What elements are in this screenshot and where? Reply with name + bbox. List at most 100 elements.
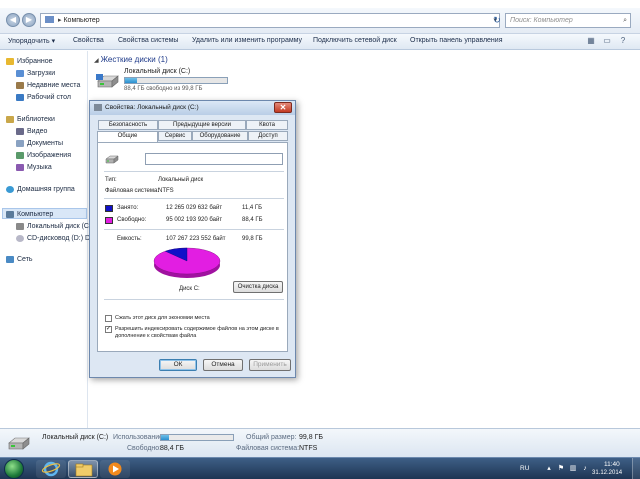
taskbar-explorer[interactable] bbox=[68, 460, 98, 478]
video-icon bbox=[16, 127, 24, 135]
start-button[interactable] bbox=[4, 459, 24, 479]
tab-previous-versions[interactable]: Предыдущие версии bbox=[158, 120, 246, 130]
disk-cleanup-button[interactable]: Очистка диска bbox=[233, 281, 283, 293]
hard-drive-icon bbox=[16, 222, 24, 230]
details-total-label: Общий размер: bbox=[246, 434, 297, 441]
tab-quota[interactable]: Квота bbox=[246, 120, 288, 130]
preview-pane-icon[interactable]: ▭ bbox=[602, 36, 612, 46]
map-network-drive-button[interactable]: Подключить сетевой диск bbox=[313, 37, 397, 44]
recent-places-icon bbox=[16, 81, 24, 89]
documents-icon bbox=[16, 139, 24, 147]
nav-computer[interactable]: Компьютер bbox=[6, 209, 53, 219]
dialog-title-bar[interactable]: Свойства: Локальный диск (C:) ✕ bbox=[90, 101, 295, 115]
divider bbox=[104, 198, 284, 199]
drive-usage-bar bbox=[124, 77, 228, 84]
breadcrumb-computer[interactable]: Компьютер bbox=[63, 17, 99, 24]
divider bbox=[104, 299, 284, 300]
tab-tools[interactable]: Сервис bbox=[158, 131, 192, 141]
show-desktop-button[interactable] bbox=[632, 458, 640, 479]
nav-desktop[interactable]: Рабочий стол bbox=[16, 92, 71, 102]
nav-libraries[interactable]: Библиотеки bbox=[6, 114, 55, 124]
used-gb: 11,4 ГБ bbox=[242, 205, 263, 211]
apply-button[interactable]: Применить bbox=[249, 359, 291, 371]
nav-network[interactable]: Сеть bbox=[6, 254, 33, 264]
tab-general[interactable]: Общие bbox=[97, 131, 158, 142]
tab-sharing[interactable]: Доступ bbox=[248, 131, 288, 141]
free-space-swatch bbox=[105, 217, 113, 224]
nav-video[interactable]: Видео bbox=[16, 126, 47, 136]
view-options-icon[interactable]: ▦ bbox=[586, 36, 596, 46]
clock-date[interactable]: 31.12.2014 bbox=[592, 470, 622, 476]
system-properties-button[interactable]: Свойства системы bbox=[118, 37, 178, 44]
drive-tile-c[interactable]: Локальный диск (C:) 88,4 ГБ свободно из … bbox=[96, 68, 238, 96]
address-field[interactable]: ▸ Компьютер ▾ bbox=[40, 13, 500, 28]
filesystem-value: NTFS bbox=[158, 188, 174, 194]
close-button[interactable]: ✕ bbox=[274, 102, 292, 113]
command-bar: Упорядочить ▾ Свойства Свойства системы … bbox=[0, 34, 640, 50]
nav-music[interactable]: Музыка bbox=[16, 162, 52, 172]
hard-drive-icon bbox=[96, 74, 119, 88]
taskbar: RU ▴ ⚑ ▥ ♪ 11:40 31.12.2014 bbox=[0, 457, 640, 479]
help-icon[interactable]: ? bbox=[618, 36, 628, 46]
taskbar-ie[interactable] bbox=[36, 460, 66, 478]
open-control-panel-button[interactable]: Открыть панель управления bbox=[410, 37, 503, 44]
used-bytes: 12 265 029 632 байт bbox=[166, 205, 223, 211]
nav-cd-drive[interactable]: CD-дисковод (D:) D bbox=[16, 233, 90, 243]
disk-properties-dialog: Свойства: Локальный диск (C:) ✕ Безопасн… bbox=[89, 100, 296, 378]
nav-favorites[interactable]: Избранное bbox=[6, 56, 52, 66]
details-drive-name: Локальный диск (C:) bbox=[42, 434, 109, 441]
navigation-pane: Избранное Загрузки Недавние места Рабочи… bbox=[0, 51, 93, 428]
forward-button[interactable]: ▶ bbox=[22, 13, 36, 27]
properties-button[interactable]: Свойства bbox=[73, 37, 104, 44]
search-icon: ⌕ bbox=[623, 17, 627, 24]
libraries-icon bbox=[6, 115, 14, 123]
desktop-icon bbox=[16, 93, 24, 101]
compress-checkbox[interactable] bbox=[105, 315, 112, 322]
nav-images[interactable]: Изображения bbox=[16, 150, 71, 160]
refresh-icon[interactable]: ↻ bbox=[490, 13, 504, 28]
tab-hardware[interactable]: Оборудование bbox=[192, 131, 248, 141]
cancel-button[interactable]: Отмена bbox=[203, 359, 243, 371]
folder-icon bbox=[75, 463, 93, 477]
volume-label-input[interactable] bbox=[145, 153, 283, 165]
nav-downloads[interactable]: Загрузки bbox=[16, 68, 55, 78]
hard-drives-group-header[interactable]: ◢ Жесткие диски (1) bbox=[94, 55, 168, 64]
language-indicator[interactable]: RU bbox=[520, 465, 529, 472]
uninstall-program-button[interactable]: Удалить или изменить программу bbox=[192, 37, 302, 44]
clock-time[interactable]: 11:40 bbox=[604, 461, 620, 468]
network-status-icon[interactable]: ▥ bbox=[569, 465, 577, 473]
drive-name: Локальный диск (C:) bbox=[124, 68, 191, 75]
divider bbox=[104, 229, 284, 230]
star-icon bbox=[6, 57, 14, 65]
details-pane: Локальный диск (C:) Использование: Свобо… bbox=[0, 428, 640, 457]
tab-security[interactable]: Безопасность bbox=[98, 120, 158, 130]
back-button[interactable]: ◀ bbox=[6, 13, 20, 27]
disk-usage-pie bbox=[153, 247, 221, 278]
drive-icon bbox=[94, 104, 102, 111]
capacity-gb: 99,8 ГБ bbox=[242, 236, 263, 242]
index-checkbox[interactable]: ✓ bbox=[105, 326, 112, 333]
address-bar: ◀ ▶ ▸ Компьютер ▾ ↻ Поиск: Компьютер ⌕ bbox=[0, 8, 640, 34]
volume-icon[interactable]: ♪ bbox=[581, 465, 589, 473]
ok-button[interactable]: ОК bbox=[159, 359, 197, 371]
free-gb: 88,4 ГБ bbox=[242, 217, 263, 223]
internet-explorer-icon bbox=[41, 461, 61, 477]
capacity-label: Емкость: bbox=[117, 236, 142, 242]
computer-icon bbox=[6, 210, 14, 218]
details-usage-label: Использование: bbox=[113, 434, 165, 441]
type-label: Тип: bbox=[105, 177, 117, 183]
nav-recent-places[interactable]: Недавние места bbox=[16, 80, 80, 90]
homegroup-icon bbox=[6, 185, 14, 193]
nav-documents[interactable]: Документы bbox=[16, 138, 63, 148]
hard-drive-icon bbox=[8, 437, 30, 450]
nav-homegroup[interactable]: Домашняя группа bbox=[6, 184, 75, 194]
organize-button[interactable]: Упорядочить ▾ bbox=[8, 37, 55, 45]
drive-free-space: 88,4 ГБ свободно из 99,8 ГБ bbox=[124, 86, 203, 92]
search-input[interactable]: Поиск: Компьютер ⌕ bbox=[505, 13, 631, 28]
nav-local-disk[interactable]: Локальный диск (C:) bbox=[16, 221, 93, 231]
taskbar-media-player[interactable] bbox=[100, 460, 130, 478]
action-center-flag-icon[interactable]: ⚑ bbox=[557, 465, 565, 473]
downloads-icon bbox=[16, 69, 24, 77]
cd-drive-icon bbox=[16, 234, 24, 242]
show-hidden-icons-icon[interactable]: ▴ bbox=[545, 465, 553, 473]
